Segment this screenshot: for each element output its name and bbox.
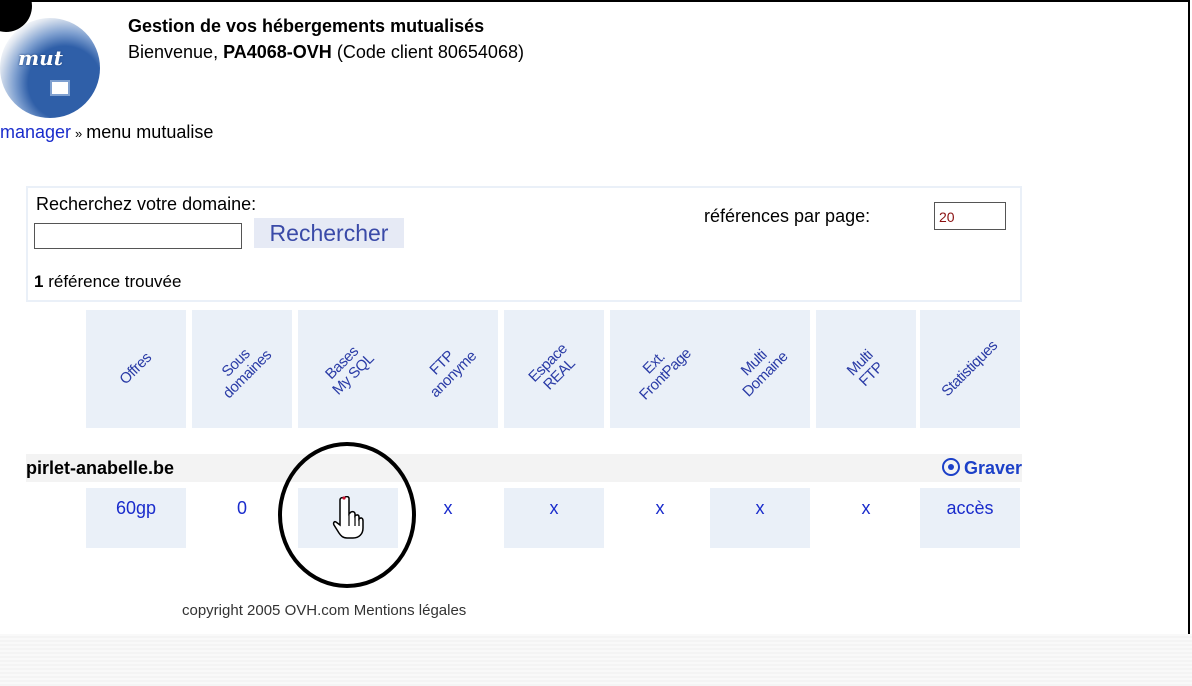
search-button[interactable]: Rechercher [254, 218, 404, 248]
column-label: Multi FTP [843, 346, 887, 390]
cell-espace-real[interactable]: x [504, 488, 604, 548]
copyright: copyright 2005 OVH.com Mentions légales [182, 602, 467, 619]
page-title: Gestion de vos hébergements mutualisés [128, 16, 485, 36]
logo-text: mut [18, 46, 63, 70]
welcome-line: Bienvenue, PA4068-OVH (Code client 80654… [128, 42, 524, 63]
column-ext-frontpage: Ext. FrontPage [610, 310, 710, 428]
cell-sous-domaines[interactable]: 0 [192, 488, 292, 548]
breadcrumb-current: menu mutualise [86, 122, 214, 142]
cell-offres[interactable]: 60gp [86, 488, 186, 548]
column-label: Offres [116, 349, 155, 388]
column-multi-ftp: Multi FTP [816, 310, 916, 428]
column-statistiques: Statistiques [920, 310, 1020, 428]
cell-statistiques[interactable]: accès [920, 488, 1020, 548]
column-label: Bases My SQL [322, 343, 378, 399]
mutualise-logo: mut [0, 18, 100, 118]
column-label: Ext. FrontPage [636, 345, 695, 404]
column-ftp-anonyme: FTP anonyme [398, 310, 498, 428]
found-text: référence trouvée [48, 272, 182, 291]
search-label: Recherchez votre domaine: [36, 194, 257, 214]
graver-label: Graver [963, 458, 1022, 478]
column-espace-real: Espace REAL [504, 310, 604, 428]
column-bases-mysql: Bases My SQL [298, 310, 398, 428]
domain-search-input[interactable] [34, 223, 242, 249]
refs-per-page-input[interactable]: 20 [934, 202, 1006, 230]
found-count: 1 [34, 272, 44, 291]
column-label: Espace REAL [525, 340, 579, 394]
breadcrumb-manager-link[interactable]: manager [0, 122, 71, 142]
breadcrumb: manager » menu mutualise [0, 122, 213, 143]
logo-screen-icon [50, 80, 70, 96]
domain-row: pirlet-anabelle.be Graver [26, 454, 1022, 482]
column-sous-domaines: Sous domaines [192, 310, 292, 428]
domain-name: pirlet-anabelle.be [26, 458, 175, 478]
column-offres: Offres [86, 310, 186, 428]
radio-icon [941, 458, 960, 476]
welcome-prefix: Bienvenue, [128, 42, 219, 62]
column-label: Multi Domaine [737, 346, 792, 401]
column-multi-domaine: Multi Domaine [710, 310, 810, 428]
cell-multi-ftp[interactable]: x [816, 488, 916, 548]
client-code: (Code client 80654068) [336, 42, 524, 62]
bottom-band [0, 634, 1192, 686]
account-id: PA4068-OVH [223, 42, 332, 62]
results-count: 1 référence trouvée [34, 272, 181, 292]
highlight-circle [278, 442, 416, 588]
refs-per-page-label: références par page: [704, 206, 871, 226]
page-frame: mut Gestion de vos hébergements mutualis… [0, 0, 1190, 634]
breadcrumb-separator: » [75, 126, 83, 141]
search-panel: Recherchez votre domaine: Rechercher réf… [26, 186, 1022, 302]
cell-ext-frontpage[interactable]: x [610, 488, 710, 548]
graver-link[interactable]: Graver [941, 456, 1022, 479]
cell-multi-domaine[interactable]: x [710, 488, 810, 548]
column-label: FTP anonyme [426, 347, 480, 401]
column-label: Statistiques [938, 337, 1001, 400]
column-label: Sous domaines [218, 345, 275, 402]
